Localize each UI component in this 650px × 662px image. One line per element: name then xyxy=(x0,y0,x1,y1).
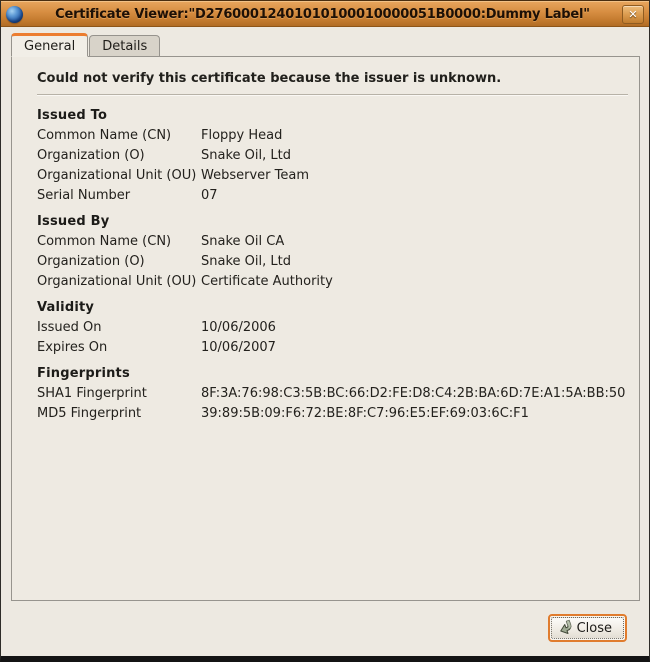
field-label: Common Name (CN) xyxy=(37,126,201,146)
dialog-footer: Close xyxy=(1,614,649,642)
table-row: Serial Number 07 xyxy=(37,186,639,206)
section-title-issued-by: Issued By xyxy=(37,212,639,232)
table-row: Organizational Unit (OU) Webserver Team xyxy=(37,166,639,186)
close-button[interactable]: Close xyxy=(551,617,624,639)
field-value: 8F:3A:76:98:C3:5B:BC:66:D2:FE:D8:C4:2B:B… xyxy=(201,384,639,404)
table-row: Organization (O) Snake Oil, Ltd xyxy=(37,252,639,272)
field-label: Organization (O) xyxy=(37,146,201,166)
window-title: Certificate Viewer:"D2760001240101010001… xyxy=(23,7,622,22)
field-label: Serial Number xyxy=(37,186,201,206)
field-label: SHA1 Fingerprint xyxy=(37,384,201,404)
field-label: Organizational Unit (OU) xyxy=(37,166,201,186)
certificate-viewer-window: Certificate Viewer:"D2760001240101010001… xyxy=(0,0,650,662)
field-label: Expires On xyxy=(37,338,201,358)
field-value: Webserver Team xyxy=(201,166,639,186)
section-title-validity: Validity xyxy=(37,298,639,318)
field-label: Organizational Unit (OU) xyxy=(37,272,201,292)
close-button-focus-ring: Close xyxy=(548,614,627,642)
title-bar[interactable]: Certificate Viewer:"D2760001240101010001… xyxy=(1,1,649,27)
field-value: Snake Oil CA xyxy=(201,232,639,252)
section-title-issued-to: Issued To xyxy=(37,106,639,126)
table-row: Issued On 10/06/2006 xyxy=(37,318,639,338)
field-value: Snake Oil, Ltd xyxy=(201,252,639,272)
field-label: MD5 Fingerprint xyxy=(37,404,201,424)
table-row: Common Name (CN) Floppy Head xyxy=(37,126,639,146)
field-value: Snake Oil, Ltd xyxy=(201,146,639,166)
separator-line xyxy=(37,94,628,96)
field-value: 10/06/2006 xyxy=(201,318,639,338)
table-row: MD5 Fingerprint 39:89:5B:09:F6:72:BE:8F:… xyxy=(37,404,639,424)
field-value: Certificate Authority xyxy=(201,272,639,292)
table-row: Common Name (CN) Snake Oil CA xyxy=(37,232,639,252)
general-tab-panel: Could not verify this certificate becaus… xyxy=(11,56,640,601)
close-button-label: Close xyxy=(577,621,612,636)
table-row: SHA1 Fingerprint 8F:3A:76:98:C3:5B:BC:66… xyxy=(37,384,639,404)
tab-strip: General Details xyxy=(1,27,649,56)
field-value: 10/06/2007 xyxy=(201,338,639,358)
field-value: 39:89:5B:09:F6:72:BE:8F:C7:96:E5:EF:69:0… xyxy=(201,404,639,424)
window-close-button[interactable]: ✕ xyxy=(622,5,644,24)
table-row: Expires On 10/06/2007 xyxy=(37,338,639,358)
tab-general-label: General xyxy=(24,39,75,54)
close-arrow-icon xyxy=(554,618,575,639)
field-label: Organization (O) xyxy=(37,252,201,272)
tab-details[interactable]: Details xyxy=(89,35,160,56)
table-row: Organization (O) Snake Oil, Ltd xyxy=(37,146,639,166)
tab-details-label: Details xyxy=(102,39,147,54)
field-label: Common Name (CN) xyxy=(37,232,201,252)
field-value: Floppy Head xyxy=(201,126,639,146)
field-value: 07 xyxy=(201,186,639,206)
verification-notice: Could not verify this certificate becaus… xyxy=(37,70,627,87)
section-title-fingerprints: Fingerprints xyxy=(37,364,639,384)
globe-icon xyxy=(6,6,23,23)
window-close-icon: ✕ xyxy=(628,8,637,21)
tab-general[interactable]: General xyxy=(11,33,88,57)
table-row: Organizational Unit (OU) Certificate Aut… xyxy=(37,272,639,292)
field-label: Issued On xyxy=(37,318,201,338)
